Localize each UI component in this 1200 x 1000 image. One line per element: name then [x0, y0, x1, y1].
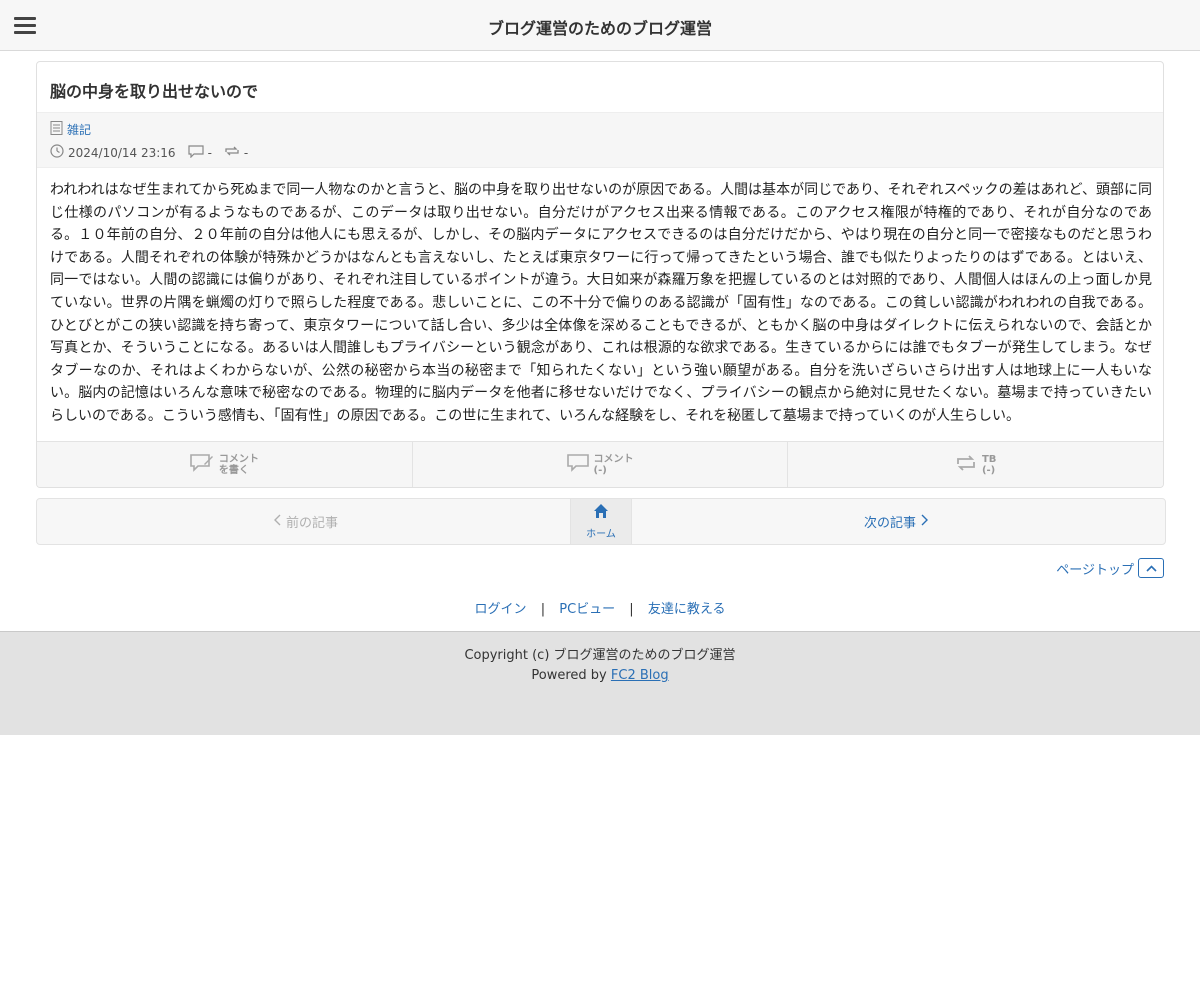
header-bar: ブログ運営のためのブログ運営: [0, 0, 1200, 51]
link-separator: |: [629, 602, 634, 617]
action-label-line1: コメント: [593, 453, 634, 465]
pc-view-link[interactable]: PCビュー: [559, 602, 615, 617]
article-pager: 前の記事 ホーム 次の記事: [36, 498, 1166, 545]
page-top-link[interactable]: ページトップ: [1056, 558, 1164, 578]
post-datetime: 2024/10/14 23:16: [68, 145, 176, 160]
prev-article-button[interactable]: 前の記事: [37, 499, 570, 544]
trackback-button[interactable]: TB (-): [788, 442, 1163, 487]
powered-by: Powered by FC2 Blog: [0, 668, 1200, 683]
article-meta: 雑記 2024/10/14 23:16 - -: [37, 112, 1163, 168]
category-row: 雑記: [50, 121, 91, 138]
article-title: 脳の中身を取り出せないので: [50, 82, 259, 101]
next-article-button[interactable]: 次の記事: [632, 499, 1165, 544]
link-separator: |: [540, 602, 546, 617]
view-comments-button[interactable]: コメント (-): [413, 442, 789, 487]
comment-count-value: -: [207, 145, 212, 160]
login-link[interactable]: ログイン: [475, 602, 527, 617]
tell-friend-link[interactable]: 友達に教える: [648, 602, 726, 617]
page-top-label: ページトップ: [1056, 562, 1134, 578]
category-link[interactable]: 雑記: [67, 121, 91, 138]
home-button[interactable]: ホーム: [570, 499, 632, 544]
trackback-count-value: -: [243, 145, 249, 160]
powered-by-prefix: Powered by: [531, 668, 607, 683]
date-row: 2024/10/14 23:16 - -: [50, 144, 260, 161]
article-body: われわれはなぜ生まれてから死ぬまで同一人物なのかと言うと、脳の中身を取り出せない…: [50, 182, 1152, 424]
clock-icon: [50, 144, 64, 161]
trackback-icon: [955, 454, 977, 476]
site-footer: Copyright (c) ブログ運営のためのブログ運営 Powered by …: [0, 631, 1200, 735]
action-label-line2: を書く: [218, 464, 249, 476]
document-icon: [50, 121, 63, 138]
chevron-left-icon: [273, 514, 281, 530]
article-card: 脳の中身を取り出せないので 雑記 2024/10/14 23:16 - - われ…: [36, 61, 1164, 488]
action-label-line2: (-): [981, 464, 996, 476]
copyright-text: Copyright (c) ブログ運営のためのブログ運営: [464, 648, 736, 663]
fc2-blog-link[interactable]: FC2 Blog: [611, 668, 669, 683]
trackback-icon: [224, 145, 240, 160]
article-action-bar: コメント を書く コメント (-) TB (-): [37, 441, 1163, 487]
trackback-count[interactable]: -: [224, 145, 248, 160]
prev-article-label: 前の記事: [285, 516, 338, 531]
action-label-line2: (-): [593, 464, 607, 476]
action-label-line1: コメント: [218, 453, 259, 465]
chevron-right-icon: [921, 514, 928, 530]
footer-links: ログイン | PCビュー | 友達に教える: [0, 598, 1200, 617]
action-label-line1: TB: [981, 453, 997, 465]
home-icon: [593, 503, 609, 523]
datetime: 2024/10/14 23:16: [50, 144, 176, 161]
comment-count[interactable]: -: [187, 144, 212, 161]
comment-icon: [566, 453, 589, 477]
next-article-label: 次の記事: [863, 516, 916, 531]
chevron-up-icon: [1138, 558, 1164, 578]
site-title[interactable]: ブログ運営のためのブログ運営: [0, 15, 1200, 39]
home-label: ホーム: [586, 529, 616, 540]
comment-icon: [187, 144, 204, 161]
write-comment-icon: [190, 453, 214, 477]
write-comment-button[interactable]: コメント を書く: [37, 442, 413, 487]
